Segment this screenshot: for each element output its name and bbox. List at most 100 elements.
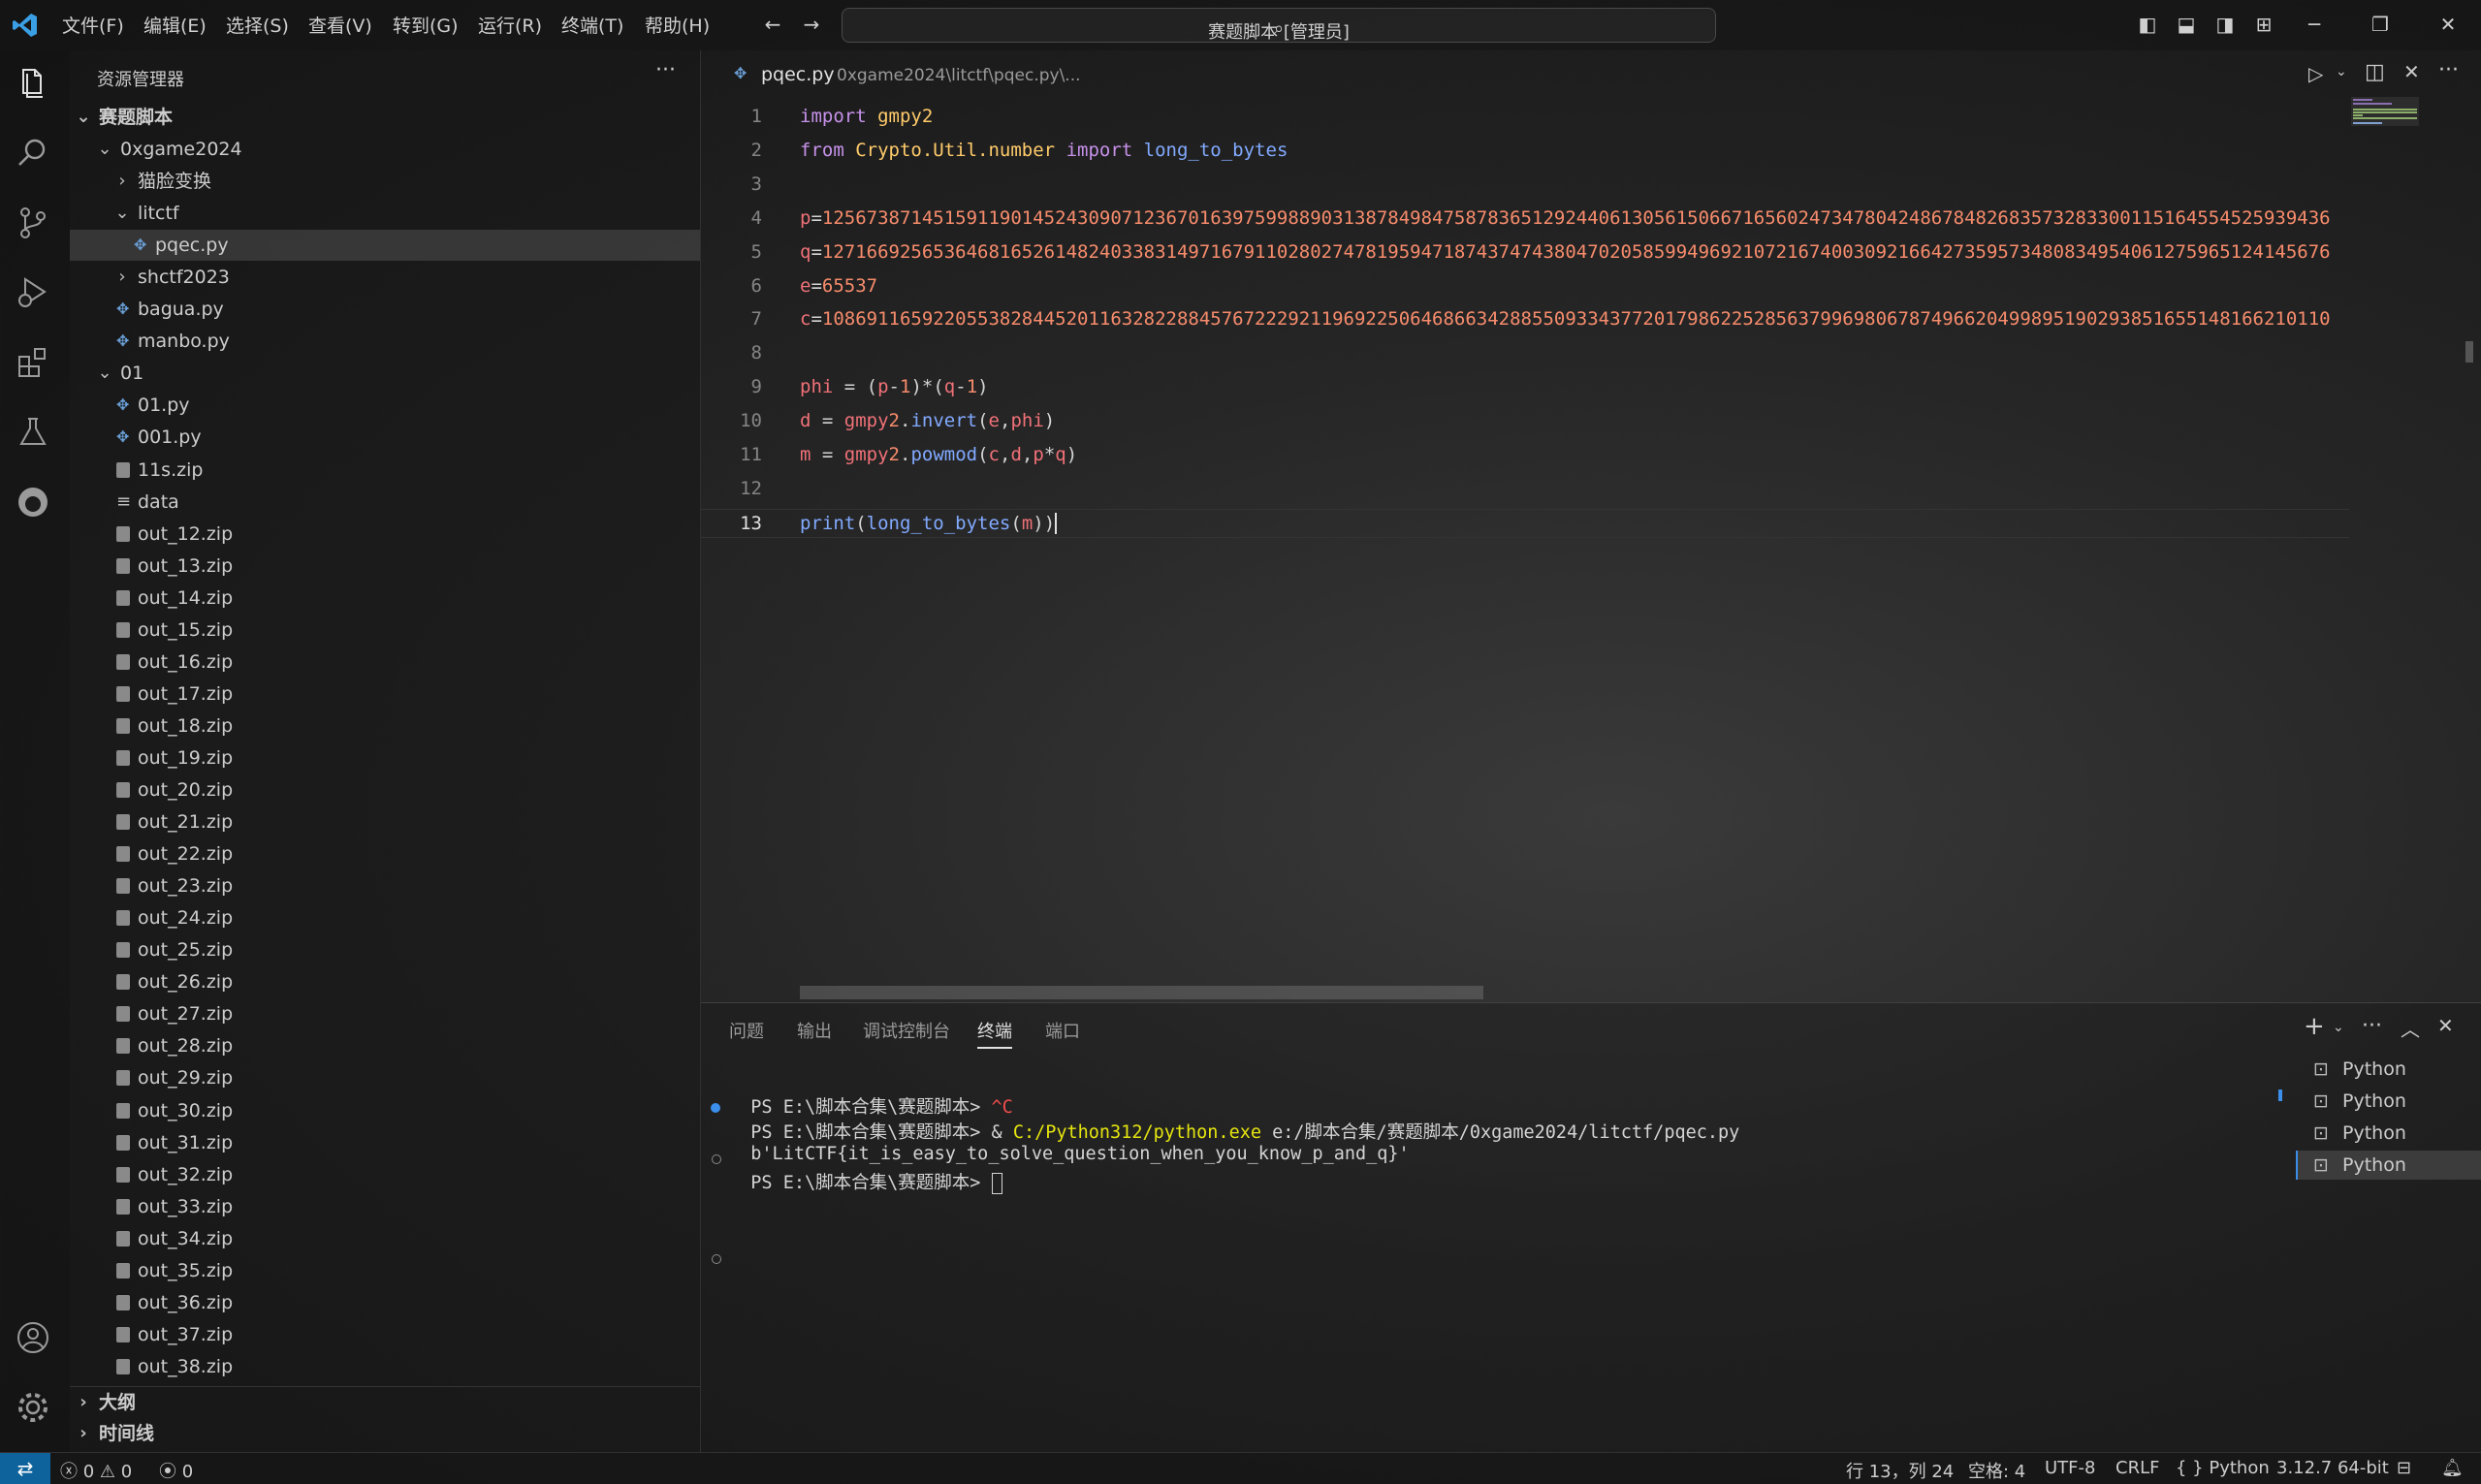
code-line[interactable]: 4 p=1256738714515911901452430907123670163… <box>701 205 2349 232</box>
minimap[interactable] <box>2351 97 2419 126</box>
tree-file[interactable]: out_22.zip <box>70 838 700 869</box>
terminal-tab-active[interactable]: ⊡ Python <box>2296 1151 2481 1180</box>
tab-problems[interactable]: 问题 <box>729 1018 764 1043</box>
menu-help[interactable]: 帮助(H) <box>645 12 710 38</box>
python-interpreter[interactable]: 3.12.7 64-bit <box>2276 1458 2389 1478</box>
tree-file[interactable]: out_38.zip <box>70 1351 700 1382</box>
code-line[interactable]: 7 c=1086911659220553828445201163282288457… <box>701 305 2349 332</box>
end-of-line[interactable]: CRLF <box>2115 1458 2159 1478</box>
tree-file[interactable]: 11s.zip <box>70 455 700 486</box>
menu-terminal[interactable]: 终端(T) <box>561 12 623 38</box>
tree-file[interactable]: out_18.zip <box>70 710 700 742</box>
tree-file[interactable]: out_15.zip <box>70 615 700 646</box>
tree-file[interactable]: out_30.zip <box>70 1095 700 1126</box>
tab-ports[interactable]: 端口 <box>1045 1018 1080 1043</box>
tree-root-folder[interactable]: ⌄ 赛题脚本 <box>70 102 700 133</box>
tree-file[interactable]: ✥ 01.py <box>70 390 700 421</box>
tree-file[interactable]: out_21.zip <box>70 806 700 837</box>
timeline-section[interactable]: › 时间线 <box>70 1418 700 1449</box>
tree-file[interactable]: ✥ 001.py <box>70 422 700 453</box>
close-window-icon[interactable]: ✕ <box>2433 10 2463 39</box>
tab-terminal[interactable]: 终端 <box>977 1018 1012 1049</box>
menu-edit[interactable]: 编辑(E) <box>143 12 207 38</box>
account-icon[interactable] <box>14 1318 56 1361</box>
command-success-dot[interactable] <box>711 1103 720 1113</box>
tree-file[interactable]: out_36.zip <box>70 1287 700 1318</box>
language-mode[interactable]: { } Python <box>2176 1458 2270 1478</box>
vertical-scrollbar[interactable] <box>2465 341 2473 363</box>
encoding[interactable]: UTF-8 <box>2045 1458 2095 1478</box>
tree-file[interactable]: out_20.zip <box>70 774 700 805</box>
tree-folder[interactable]: ⌄ litctf <box>70 198 700 229</box>
tree-file[interactable]: ≡ data <box>70 487 700 518</box>
toggle-secondary-sidebar-icon[interactable]: ◨ <box>2211 10 2240 39</box>
cursor-position[interactable]: 行 13，列 24 <box>1846 1458 1954 1483</box>
chevron-down-icon[interactable]: ⌄ <box>2336 64 2347 79</box>
forward-arrow-icon[interactable]: → <box>797 10 826 39</box>
code-line[interactable]: 1 import gmpy2 <box>701 103 2349 130</box>
customize-layout-icon[interactable]: ⊞ <box>2249 10 2278 39</box>
code-line[interactable]: 13 print(long_to_bytes(m)) <box>701 509 2349 538</box>
tab-output[interactable]: 输出 <box>797 1018 832 1043</box>
testing-icon[interactable] <box>14 413 56 456</box>
notifications-bell-icon[interactable]: 🔔︎ <box>2441 1458 2464 1478</box>
tree-folder[interactable]: › 猫脸变换 <box>70 166 700 197</box>
tree-file[interactable]: out_27.zip <box>70 998 700 1029</box>
github-icon[interactable] <box>14 483 56 525</box>
problems-indicator[interactable]: ⓧ 0 ⚠ 0 <box>60 1458 132 1483</box>
tree-file[interactable]: out_26.zip <box>70 966 700 997</box>
code-line[interactable]: 9 phi = (p-1)*(q-1) <box>701 373 2349 400</box>
tree-file[interactable]: out_19.zip <box>70 742 700 774</box>
tree-file[interactable]: out_16.zip <box>70 647 700 678</box>
terminal-line[interactable]: PS E:\脚本合集\赛题脚本> <box>729 1149 1002 1194</box>
code-line[interactable]: 8 <box>701 339 2349 366</box>
back-arrow-icon[interactable]: ← <box>758 10 787 39</box>
command-center[interactable]: ⌕ 赛题脚本 [管理员] <box>842 8 1716 43</box>
tree-file[interactable]: out_35.zip <box>70 1255 700 1286</box>
code-line[interactable]: 2 from Crypto.Util.number import long_to_… <box>701 137 2349 164</box>
copilot-icon[interactable]: ⊟ <box>2397 1458 2411 1478</box>
ports-indicator[interactable]: ⦿ 0 <box>159 1458 193 1483</box>
tree-file[interactable]: ✥ manbo.py <box>70 326 700 357</box>
new-terminal-icon[interactable]: + <box>2304 1012 2325 1041</box>
code-line[interactable]: 12 <box>701 475 2349 502</box>
toggle-panel-icon[interactable]: ⬓ <box>2172 10 2201 39</box>
tree-file[interactable]: out_31.zip <box>70 1127 700 1158</box>
indentation[interactable]: 空格: 4 <box>1968 1458 2025 1483</box>
menu-goto[interactable]: 转到(G) <box>393 12 459 38</box>
tree-file[interactable]: out_34.zip <box>70 1223 700 1254</box>
menu-selection[interactable]: 选择(S) <box>226 12 289 38</box>
menu-file[interactable]: 文件(F) <box>62 12 124 38</box>
tree-file[interactable]: out_28.zip <box>70 1030 700 1061</box>
settings-gear-icon[interactable] <box>14 1388 56 1431</box>
minimize-icon[interactable]: ─ <box>2300 10 2329 39</box>
explorer-icon[interactable] <box>14 64 56 107</box>
tree-file[interactable]: out_12.zip <box>70 519 700 550</box>
tree-folder[interactable]: › shctf2023 <box>70 262 700 293</box>
terminal-tab[interactable]: ⊡ Python <box>2296 1119 2481 1148</box>
tree-file[interactable]: out_37.zip <box>70 1319 700 1350</box>
tree-file[interactable]: out_14.zip <box>70 583 700 614</box>
tree-file[interactable]: out_29.zip <box>70 1062 700 1093</box>
tree-folder[interactable]: ⌄ 01 <box>70 358 700 389</box>
tree-file[interactable]: out_23.zip <box>70 870 700 901</box>
chevron-down-icon[interactable]: ⌄ <box>2333 1020 2344 1035</box>
code-line[interactable]: 3 <box>701 171 2349 198</box>
command-pending-dot[interactable] <box>712 1154 721 1164</box>
code-line[interactable]: 6 e=65537 <box>701 272 2349 300</box>
source-control-icon[interactable] <box>14 204 56 246</box>
remote-indicator-icon[interactable]: ⇄ <box>0 1453 50 1484</box>
extensions-icon[interactable] <box>14 343 56 386</box>
run-debug-icon[interactable] <box>14 273 56 316</box>
close-panel-icon[interactable]: ✕ <box>2437 1014 2454 1037</box>
more-actions-icon[interactable]: ··· <box>2362 1014 2382 1038</box>
tree-file[interactable]: out_17.zip <box>70 679 700 710</box>
run-python-file-icon[interactable]: ▷ <box>2308 62 2323 85</box>
tree-file[interactable]: out_33.zip <box>70 1191 700 1222</box>
horizontal-scrollbar[interactable] <box>800 986 1483 999</box>
tree-file[interactable]: out_25.zip <box>70 934 700 965</box>
tree-file[interactable]: out_13.zip <box>70 551 700 582</box>
code-line[interactable]: 5 q=1271669256536468165261482403383149716… <box>701 238 2349 266</box>
tab-debug-console[interactable]: 调试控制台 <box>863 1018 950 1043</box>
tree-file[interactable]: out_32.zip <box>70 1159 700 1190</box>
